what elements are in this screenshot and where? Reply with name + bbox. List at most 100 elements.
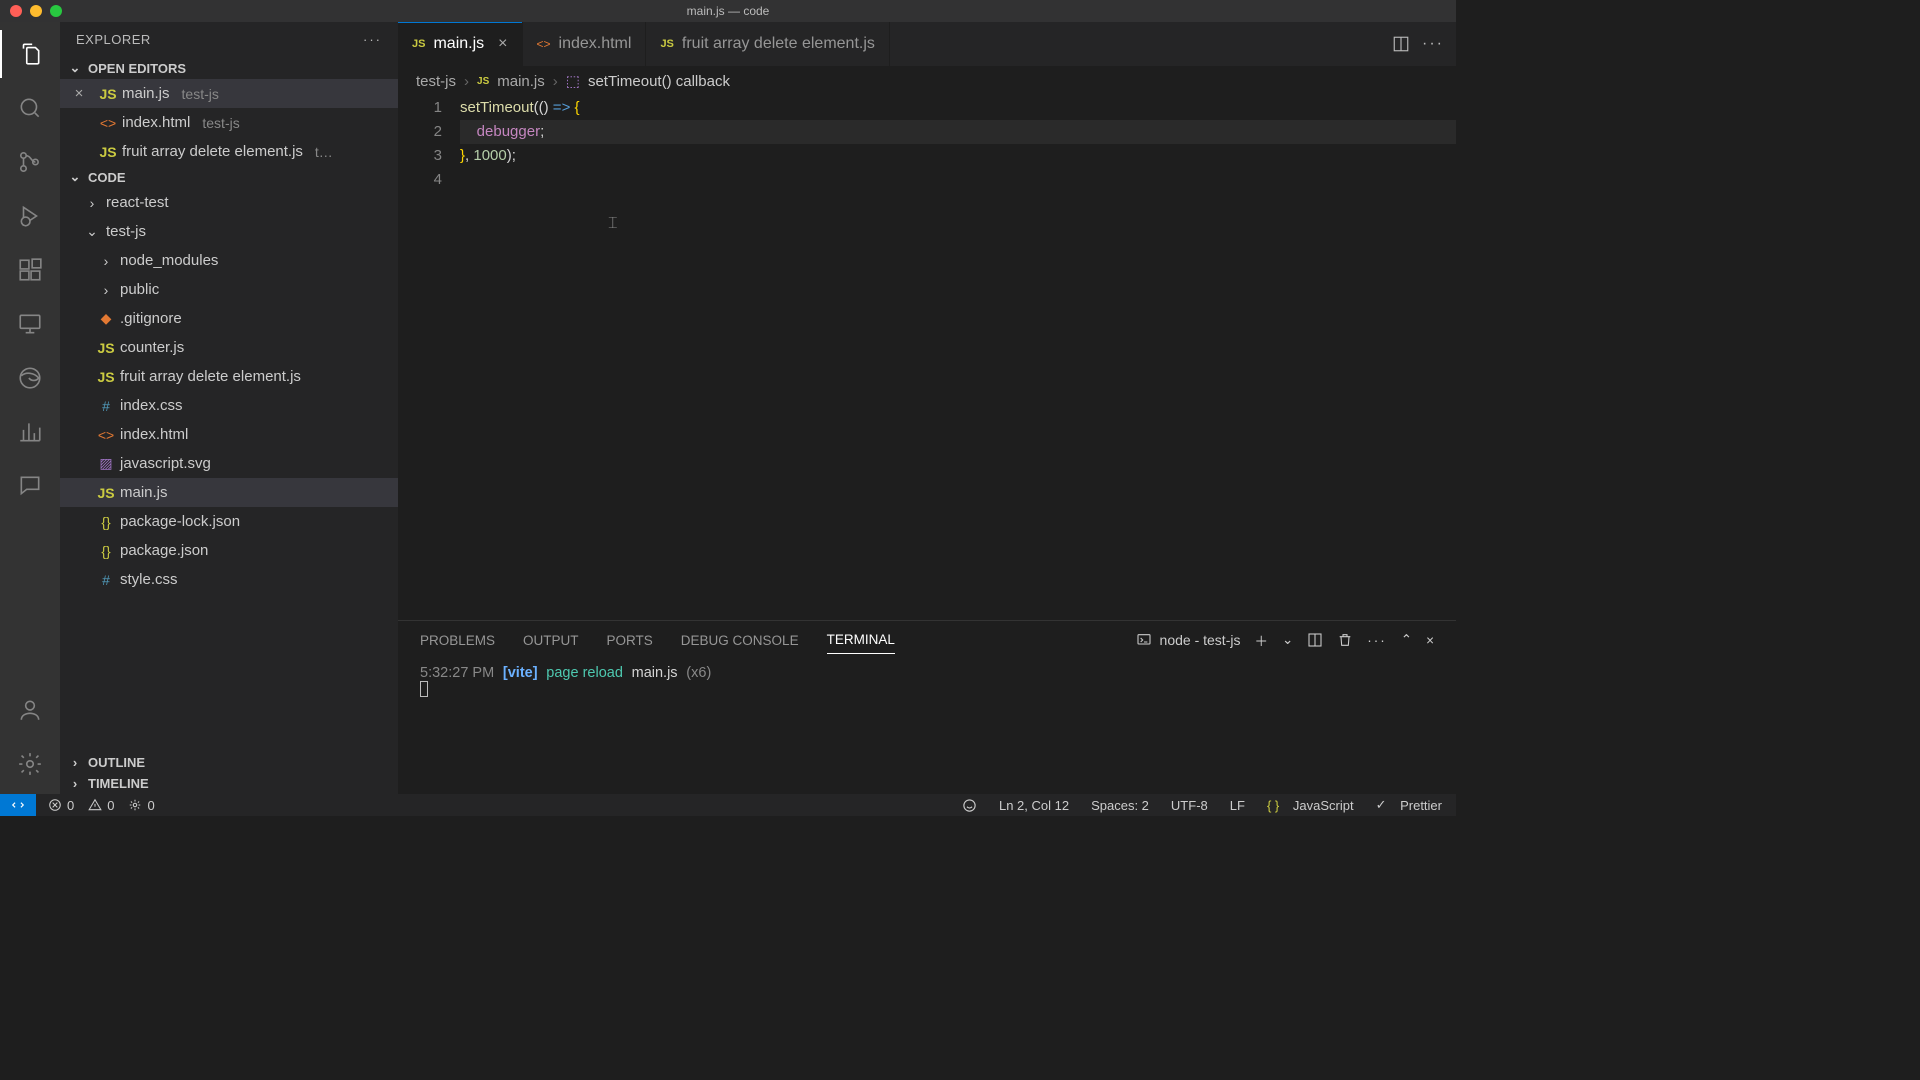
status-ports[interactable]: 0 — [128, 798, 154, 813]
line-numbers: 1 2 3 4 — [398, 96, 460, 620]
chevron-right-icon: › — [66, 755, 84, 770]
settings-icon[interactable] — [0, 740, 60, 788]
panel-tab-problems[interactable]: PROBLEMS — [420, 633, 495, 648]
text-cursor-icon: ⌶ — [608, 212, 618, 236]
search-activity[interactable] — [0, 84, 60, 132]
open-editor-item[interactable]: × JS main.js test-js — [60, 79, 398, 108]
file-tree-item[interactable]: ›public — [60, 275, 398, 304]
bottom-panel: PROBLEMS OUTPUT PORTS DEBUG CONSOLE TERM… — [398, 620, 1456, 794]
panel-tab-debug[interactable]: DEBUG CONSOLE — [681, 633, 799, 648]
svg-icon: ▨ — [98, 455, 114, 472]
chevron-down-icon: ⌄ — [66, 60, 84, 76]
tab-index-html[interactable]: <> index.html — [523, 22, 647, 66]
debug-activity[interactable] — [0, 192, 60, 240]
status-errors[interactable]: 0 — [48, 798, 74, 813]
chevron-down-icon: ⌄ — [66, 169, 84, 185]
open-editors-list: × JS main.js test-js <> index.html test-… — [60, 79, 398, 166]
stats-activity[interactable] — [0, 408, 60, 456]
file-tree-item[interactable]: JScounter.js — [60, 333, 398, 362]
status-lncol[interactable]: Ln 2, Col 12 — [999, 798, 1069, 813]
minimize-window[interactable] — [30, 5, 42, 17]
js-icon: JS — [660, 38, 673, 50]
file-tree-item[interactable]: {}package-lock.json — [60, 507, 398, 536]
file-tree: ›react-test⌄test-js›node_modules›public◆… — [60, 188, 398, 752]
extensions-activity[interactable] — [0, 246, 60, 294]
symbol-icon: ⬚ — [566, 72, 580, 90]
file-tree-item[interactable]: ▨javascript.svg — [60, 449, 398, 478]
panel-tab-terminal[interactable]: TERMINAL — [827, 632, 895, 654]
code-editor[interactable]: 1 2 3 4 setTimeout(() => { debugger; }, … — [398, 96, 1456, 620]
status-feedback-icon[interactable] — [962, 798, 977, 813]
terminal-cursor — [420, 681, 428, 697]
breadcrumbs[interactable]: test-js › JS main.js › ⬚ setTimeout() ca… — [398, 66, 1456, 96]
split-editor-icon[interactable] — [1392, 35, 1410, 53]
open-editors-section[interactable]: ⌄ OPEN EDITORS — [60, 57, 398, 79]
remote-activity[interactable] — [0, 300, 60, 348]
trash-icon[interactable] — [1337, 632, 1353, 648]
chevron-right-icon: › — [66, 776, 84, 791]
tab-fruit-js[interactable]: JS fruit array delete element.js — [646, 22, 889, 66]
css-icon: # — [98, 572, 114, 588]
terminal-process[interactable]: node - test-js — [1136, 632, 1241, 648]
chevron-down-icon[interactable]: ⌄ — [1282, 632, 1293, 648]
html-icon: <> — [537, 37, 551, 51]
close-icon[interactable]: × — [64, 85, 94, 102]
panel-tab-ports[interactable]: PORTS — [607, 633, 653, 648]
status-spaces[interactable]: Spaces: 2 — [1091, 798, 1149, 813]
status-eol[interactable]: LF — [1230, 798, 1245, 813]
split-terminal-icon[interactable] — [1307, 632, 1323, 648]
file-tree-item[interactable]: JSfruit array delete element.js — [60, 362, 398, 391]
remote-indicator[interactable] — [0, 794, 36, 816]
activity-bar — [0, 22, 60, 794]
explorer-title: EXPLORER — [76, 32, 151, 47]
more-icon[interactable]: ··· — [363, 32, 382, 47]
maximize-panel-icon[interactable]: ⌃ — [1401, 632, 1412, 648]
file-tree-item[interactable]: ◆.gitignore — [60, 304, 398, 333]
js-icon: JS — [412, 38, 425, 50]
status-prettier[interactable]: ✓ Prettier — [1376, 797, 1442, 813]
account-icon[interactable] — [0, 686, 60, 734]
window-controls — [10, 5, 62, 17]
status-encoding[interactable]: UTF-8 — [1171, 798, 1208, 813]
scm-activity[interactable] — [0, 138, 60, 186]
folder-icon: › — [98, 253, 114, 269]
status-bar: 0 0 0 Ln 2, Col 12 Spaces: 2 UTF-8 LF { … — [0, 794, 1456, 816]
close-icon[interactable]: × — [498, 35, 507, 53]
file-tree-item[interactable]: ›node_modules — [60, 246, 398, 275]
file-tree-item[interactable]: ›react-test — [60, 188, 398, 217]
file-tree-item[interactable]: #style.css — [60, 565, 398, 594]
maximize-window[interactable] — [50, 5, 62, 17]
folder-open-icon: ⌄ — [84, 223, 100, 240]
file-tree-item[interactable]: ⌄test-js — [60, 217, 398, 246]
open-editor-item[interactable]: JS fruit array delete element.js t… — [60, 137, 398, 166]
file-tree-item[interactable]: JSmain.js — [60, 478, 398, 507]
timeline-section[interactable]: › TIMELINE — [60, 773, 398, 794]
html-icon: <> — [100, 115, 116, 131]
more-icon[interactable]: ··· — [1422, 35, 1444, 53]
explorer-activity[interactable] — [0, 30, 60, 78]
file-tree-item[interactable]: {}package.json — [60, 536, 398, 565]
git-icon: ◆ — [98, 310, 114, 327]
edge-activity[interactable] — [0, 354, 60, 402]
file-tree-item[interactable]: #index.css — [60, 391, 398, 420]
new-terminal-icon[interactable]: ＋ — [1254, 630, 1268, 650]
open-editor-item[interactable]: <> index.html test-js — [60, 108, 398, 137]
html-icon: <> — [98, 427, 114, 443]
js-icon: JS — [98, 485, 114, 501]
close-panel-icon[interactable]: × — [1426, 633, 1434, 648]
file-tree-item[interactable]: <>index.html — [60, 420, 398, 449]
panel-tab-output[interactable]: OUTPUT — [523, 633, 579, 648]
css-icon: # — [98, 398, 114, 414]
terminal-output[interactable]: 5:32:27 PM [vite] page reload main.js (x… — [398, 659, 1456, 794]
feedback-activity[interactable] — [0, 462, 60, 510]
more-icon[interactable]: ··· — [1367, 633, 1387, 648]
outline-section[interactable]: › OUTLINE — [60, 752, 398, 773]
explorer-sidebar: EXPLORER ··· ⌄ OPEN EDITORS × JS main.js… — [60, 22, 398, 794]
status-warnings[interactable]: 0 — [88, 798, 114, 813]
close-window[interactable] — [10, 5, 22, 17]
editor-area: JS main.js × <> index.html JS fruit arra… — [398, 22, 1456, 794]
js-icon: JS — [98, 340, 114, 356]
workspace-section[interactable]: ⌄ CODE — [60, 166, 398, 188]
tab-main-js[interactable]: JS main.js × — [398, 22, 523, 66]
status-language[interactable]: { } JavaScript — [1267, 798, 1354, 813]
